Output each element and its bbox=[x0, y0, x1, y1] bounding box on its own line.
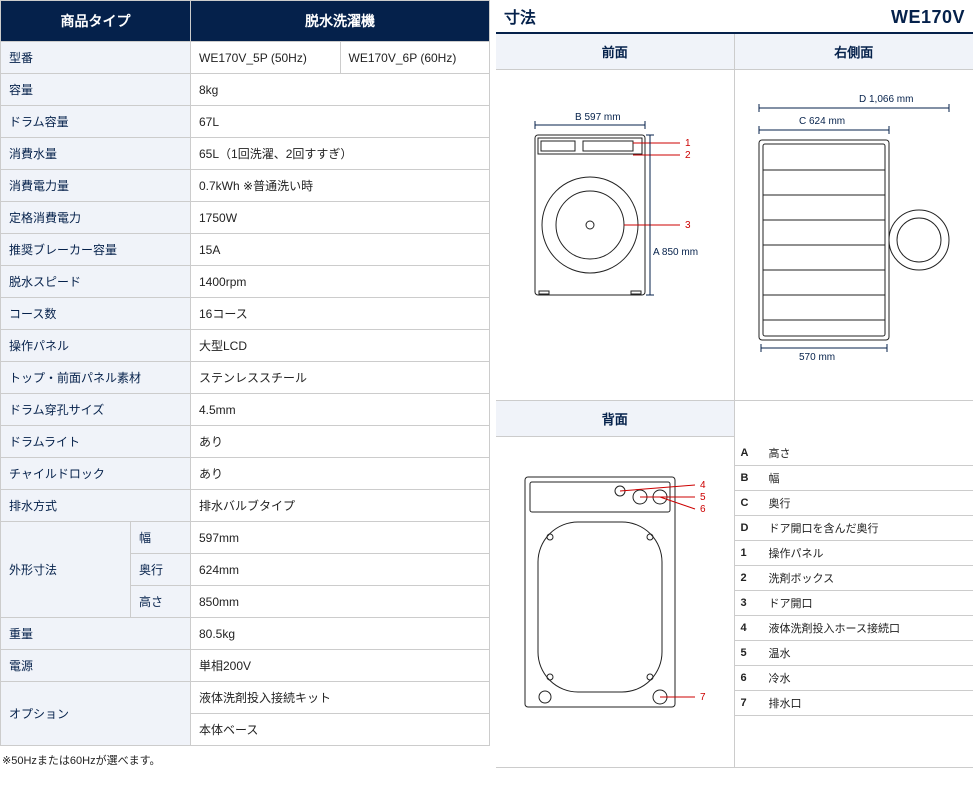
row-powercons-label: 消費電力量 bbox=[1, 170, 191, 202]
row-light-label: ドラムライト bbox=[1, 426, 191, 458]
row-capacity-label: 容量 bbox=[1, 74, 191, 106]
panel-back-label: 背面 bbox=[496, 401, 734, 437]
legend-7-key: 7 bbox=[735, 691, 763, 716]
row-dims-w-label: 幅 bbox=[131, 522, 191, 554]
row-water: 65L（1回洗濯、2回すすぎ） bbox=[191, 138, 490, 170]
row-supply-label: 電源 bbox=[1, 650, 191, 682]
dimensions-model: WE170V bbox=[891, 7, 965, 28]
row-breaker-label: 推奨ブレーカー容量 bbox=[1, 234, 191, 266]
dim-D-label: D 1,066 mm bbox=[859, 94, 913, 105]
svg-text:5: 5 bbox=[700, 492, 706, 503]
row-childlock-label: チャイルドロック bbox=[1, 458, 191, 490]
svg-text:4: 4 bbox=[700, 480, 706, 491]
front-diagram-icon: B 597 mm 1 2 3 A 850 m bbox=[505, 85, 725, 385]
row-dims-d-label: 奥行 bbox=[131, 554, 191, 586]
row-dims-h: 850mm bbox=[191, 586, 490, 618]
row-water-label: 消費水量 bbox=[1, 138, 191, 170]
row-perf-label: ドラム穿孔サイズ bbox=[1, 394, 191, 426]
svg-text:2: 2 bbox=[685, 150, 691, 161]
legend-D-key: D bbox=[735, 516, 763, 541]
row-drumcap-label: ドラム容量 bbox=[1, 106, 191, 138]
dimensions-header: 寸法 WE170V bbox=[496, 0, 973, 34]
dim-base-label: 570 mm bbox=[799, 352, 835, 363]
panel-rightside-label: 右側面 bbox=[735, 34, 973, 70]
legend-2-key: 2 bbox=[735, 566, 763, 591]
footnote: ※50Hzまたは60Hzが選べます。 bbox=[0, 746, 490, 774]
legend-table: A高さ B幅 C奥行 Dドア開口を含んだ奥行 1操作パネル 2洗剤ボックス 3ド… bbox=[735, 441, 973, 716]
dim-A-label: A 850 mm bbox=[653, 247, 698, 258]
row-weight: 80.5kg bbox=[191, 618, 490, 650]
legend-3-val: ドア開口 bbox=[763, 591, 973, 616]
row-perf: 4.5mm bbox=[191, 394, 490, 426]
panel-back: 背面 4 5 6 bbox=[496, 401, 735, 768]
row-weight-label: 重量 bbox=[1, 618, 191, 650]
legend-4-val: 液体洗剤投入ホース接続口 bbox=[763, 616, 973, 641]
legend-B-val: 幅 bbox=[763, 466, 973, 491]
row-option-label: オプション bbox=[1, 682, 191, 746]
legend-1-key: 1 bbox=[735, 541, 763, 566]
header-type: 商品タイプ bbox=[1, 1, 191, 42]
back-diagram-icon: 4 5 6 7 bbox=[500, 447, 730, 757]
legend-3-key: 3 bbox=[735, 591, 763, 616]
row-ratedpower: 1750W bbox=[191, 202, 490, 234]
row-powercons: 0.7kWh ※普通洗い時 bbox=[191, 170, 490, 202]
dim-B-label: B 597 mm bbox=[575, 112, 621, 123]
row-material: ステンレススチール bbox=[191, 362, 490, 394]
legend-2-val: 洗剤ボックス bbox=[763, 566, 973, 591]
row-childlock: あり bbox=[191, 458, 490, 490]
legend-C-val: 奥行 bbox=[763, 491, 973, 516]
panel-legend: A高さ B幅 C奥行 Dドア開口を含んだ奥行 1操作パネル 2洗剤ボックス 3ド… bbox=[735, 401, 973, 768]
row-courses-label: コース数 bbox=[1, 298, 191, 330]
legend-5-key: 5 bbox=[735, 641, 763, 666]
row-spin-label: 脱水スピード bbox=[1, 266, 191, 298]
row-dims-w: 597mm bbox=[191, 522, 490, 554]
legend-6-key: 6 bbox=[735, 666, 763, 691]
row-supply: 単相200V bbox=[191, 650, 490, 682]
row-capacity: 8kg bbox=[191, 74, 490, 106]
row-dims-label: 外形寸法 bbox=[1, 522, 131, 618]
legend-D-val: ドア開口を含んだ奥行 bbox=[763, 516, 973, 541]
row-option-2: 本体ベース bbox=[191, 714, 490, 746]
svg-text:7: 7 bbox=[700, 692, 706, 703]
row-dims-d: 624mm bbox=[191, 554, 490, 586]
model-no-1: WE170V_5P (50Hz) bbox=[191, 42, 341, 74]
legend-C-key: C bbox=[735, 491, 763, 516]
model-no-2: WE170V_6P (60Hz) bbox=[340, 42, 490, 74]
row-breaker: 15A bbox=[191, 234, 490, 266]
panel-front-label: 前面 bbox=[496, 34, 734, 70]
svg-text:1: 1 bbox=[685, 138, 691, 149]
svg-text:6: 6 bbox=[700, 504, 706, 515]
legend-A-val: 高さ bbox=[763, 441, 973, 466]
legend-6-val: 冷水 bbox=[763, 666, 973, 691]
row-spin: 1400rpm bbox=[191, 266, 490, 298]
row-drain-label: 排水方式 bbox=[1, 490, 191, 522]
row-panel-label: 操作パネル bbox=[1, 330, 191, 362]
svg-text:3: 3 bbox=[685, 220, 691, 231]
panel-rightside: 右側面 D 1,066 mm C 624 mm bbox=[735, 34, 973, 401]
dimensions-title: 寸法 bbox=[504, 4, 536, 28]
spec-table: 商品タイプ 脱水洗濯機 型番 WE170V_5P (50Hz) WE170V_6… bbox=[0, 0, 490, 746]
row-material-label: トップ・前面パネル素材 bbox=[1, 362, 191, 394]
row-panel: 大型LCD bbox=[191, 330, 490, 362]
row-option-1: 液体洗剤投入接続キット bbox=[191, 682, 490, 714]
header-model: 脱水洗濯機 bbox=[191, 1, 490, 42]
row-courses: 16コース bbox=[191, 298, 490, 330]
row-ratedpower-label: 定格消費電力 bbox=[1, 202, 191, 234]
side-diagram-icon: D 1,066 mm C 624 mm bbox=[739, 80, 969, 390]
panel-front: 前面 B 597 mm 1 bbox=[496, 34, 735, 401]
legend-B-key: B bbox=[735, 466, 763, 491]
row-light: あり bbox=[191, 426, 490, 458]
row-drain: 排水バルブタイプ bbox=[191, 490, 490, 522]
legend-5-val: 温水 bbox=[763, 641, 973, 666]
legend-A-key: A bbox=[735, 441, 763, 466]
legend-1-val: 操作パネル bbox=[763, 541, 973, 566]
legend-4-key: 4 bbox=[735, 616, 763, 641]
row-dims-h-label: 高さ bbox=[131, 586, 191, 618]
legend-7-val: 排水口 bbox=[763, 691, 973, 716]
dim-C-label: C 624 mm bbox=[799, 116, 845, 127]
row-drumcap: 67L bbox=[191, 106, 490, 138]
row-model-no: 型番 bbox=[1, 42, 191, 74]
